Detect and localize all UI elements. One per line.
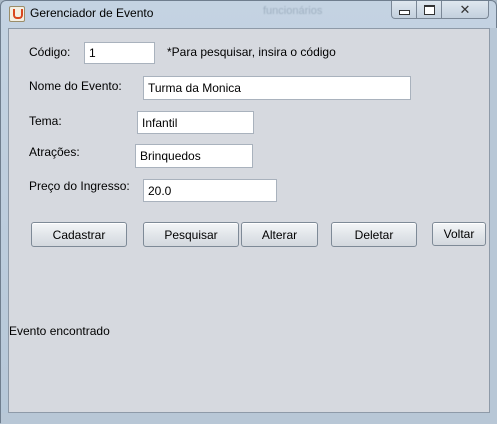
close-icon: ✕ [459, 2, 471, 17]
form-panel: Código: *Para pesquisar, insira o código… [8, 28, 490, 413]
cadastrar-button[interactable]: Cadastrar [31, 222, 127, 247]
app-window: Gerenciador de Evento funcionários ✕ Cód… [0, 0, 497, 424]
tema-input[interactable] [137, 111, 254, 134]
codigo-input[interactable] [84, 42, 155, 64]
atracoes-input[interactable] [135, 144, 253, 168]
nome-evento-label: Nome do Evento: [29, 79, 122, 93]
status-message: Evento encontrado [9, 324, 110, 338]
atracoes-label: Atrações: [29, 145, 80, 159]
codigo-label: Código: [29, 45, 71, 59]
window-right-border [490, 28, 497, 413]
voltar-button[interactable]: Voltar [432, 222, 486, 246]
background-window-title: funcionários [263, 5, 323, 17]
deletar-button[interactable]: Deletar [331, 222, 417, 247]
preco-label: Preço do Ingresso: [29, 179, 130, 193]
pesquisar-button[interactable]: Pesquisar [143, 222, 239, 247]
nome-evento-input[interactable] [143, 76, 411, 100]
close-button[interactable]: ✕ [441, 1, 489, 19]
tema-label: Tema: [29, 114, 62, 128]
title-bar[interactable]: Gerenciador de Evento funcionários ✕ [1, 1, 496, 27]
codigo-hint: *Para pesquisar, insira o código [167, 45, 336, 59]
window-bottom-border [1, 413, 497, 424]
maximize-icon [423, 4, 435, 15]
java-app-icon [9, 6, 25, 22]
maximize-button[interactable] [416, 1, 442, 19]
window-title: Gerenciador de Evento [30, 6, 154, 20]
minimize-icon [398, 9, 410, 15]
alterar-button[interactable]: Alterar [241, 222, 318, 247]
minimize-button[interactable] [391, 1, 417, 19]
preco-input[interactable] [143, 179, 277, 202]
